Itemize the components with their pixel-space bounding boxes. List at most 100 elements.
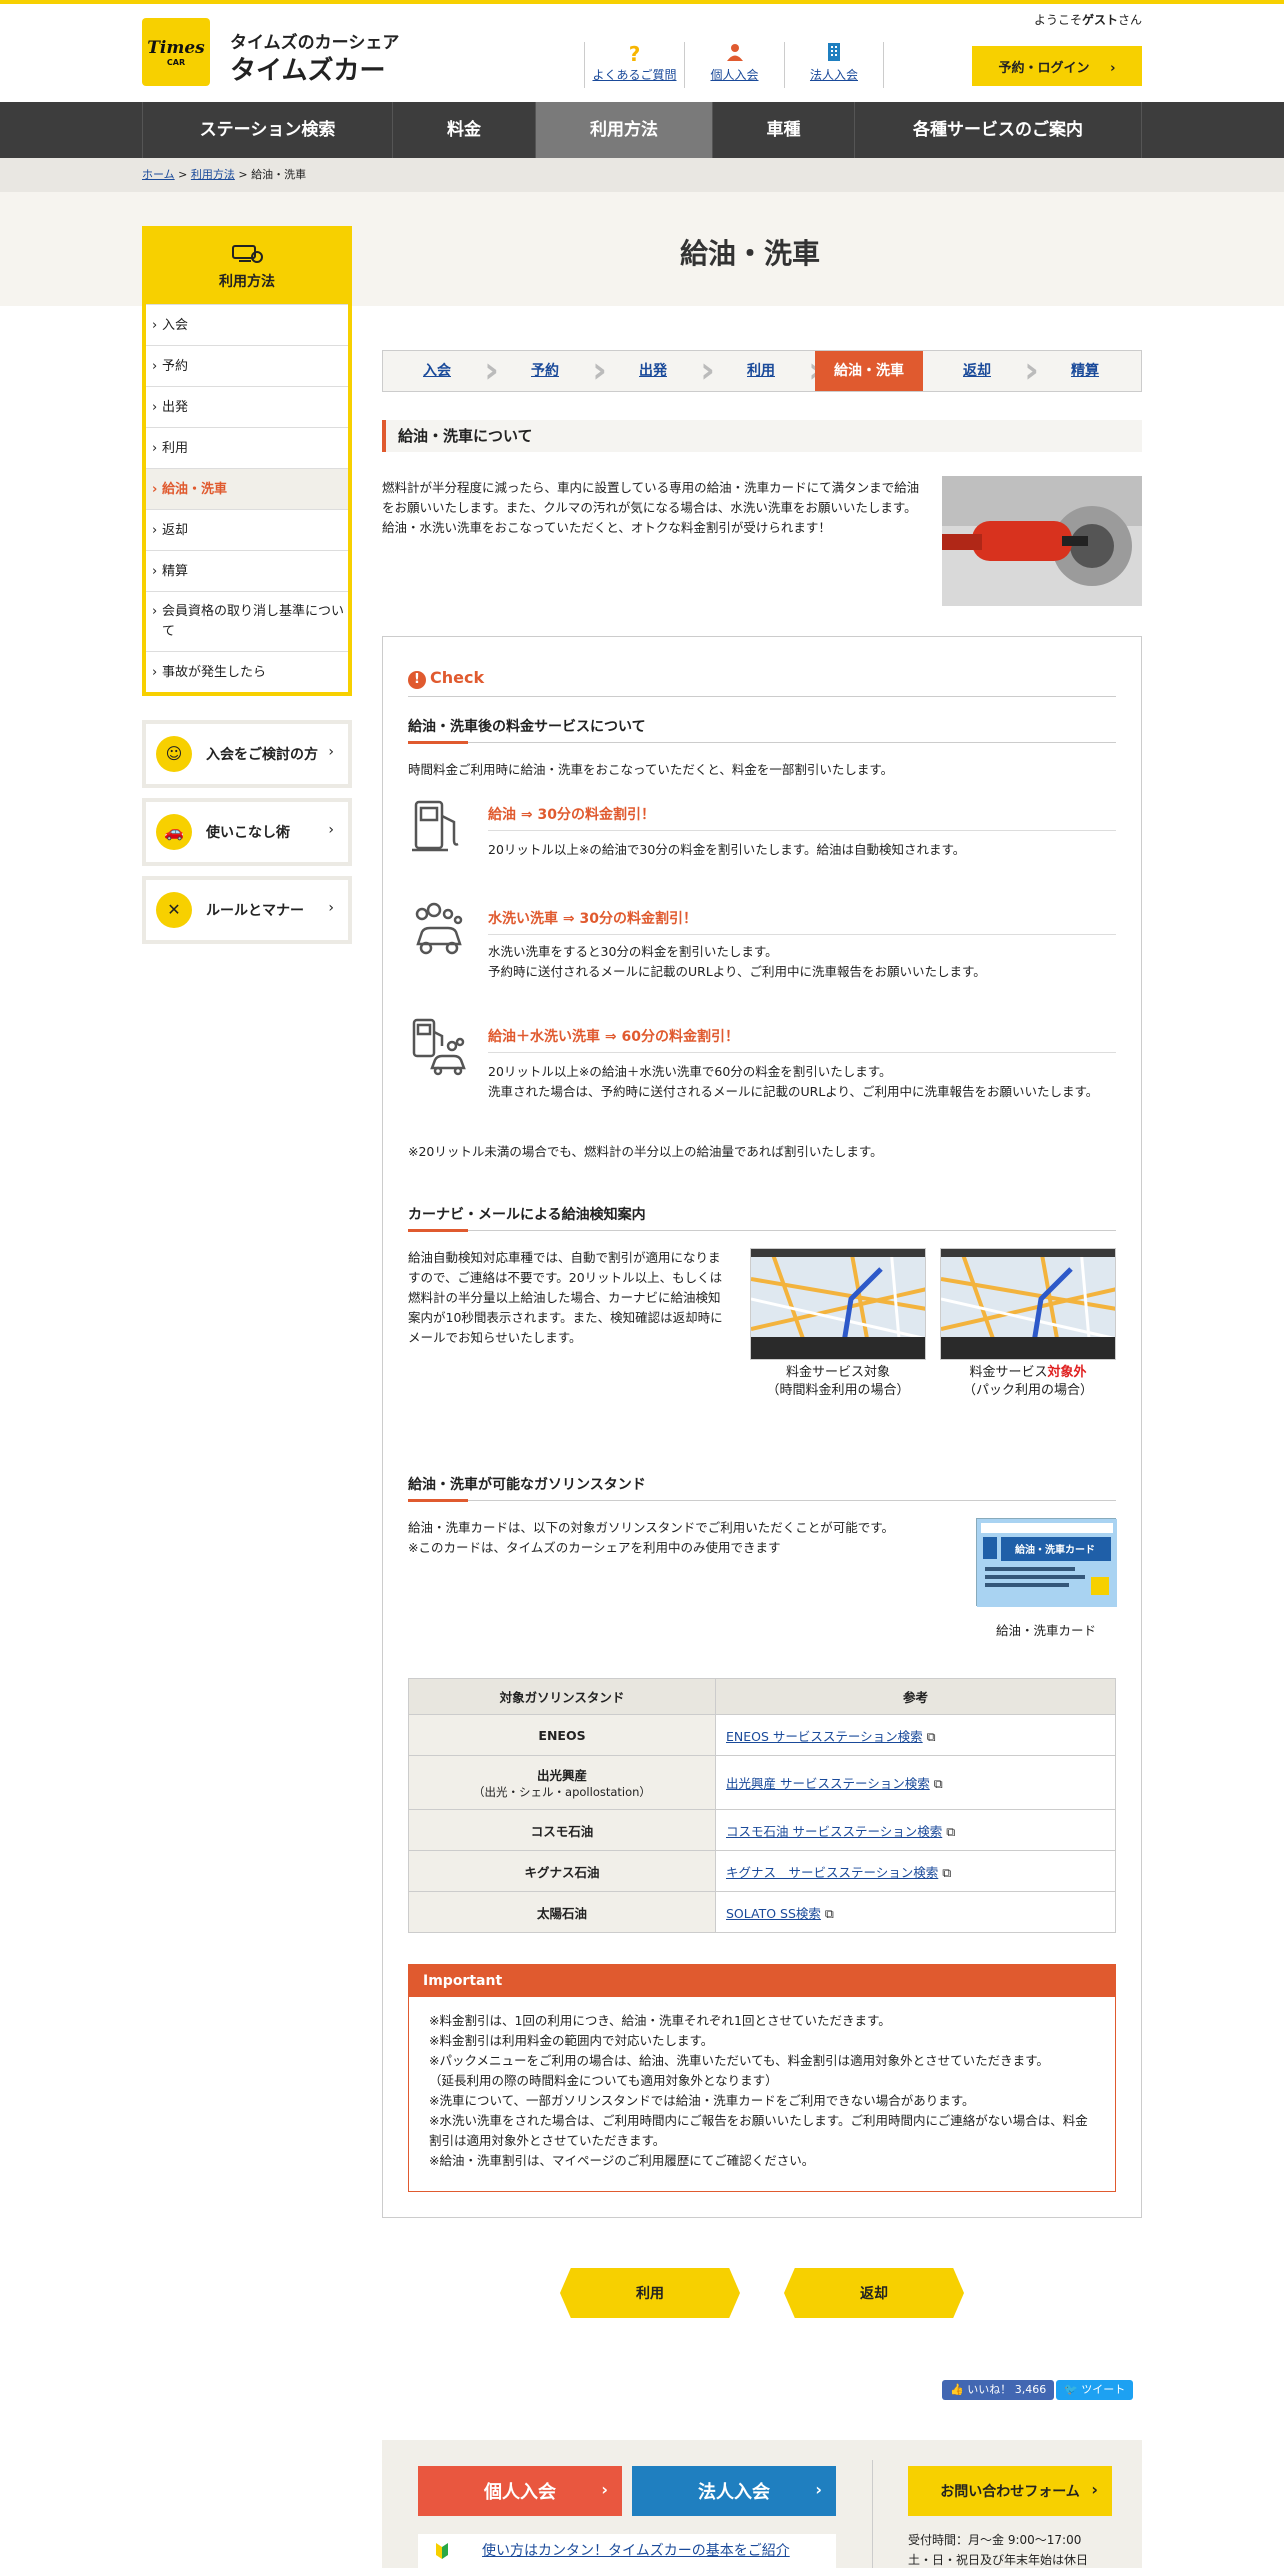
pill-considering-join[interactable]: ☺ 入会をご検討の方 › [142,720,352,788]
times-car-logo[interactable]: Times CAR [142,18,210,86]
station-link-eneos[interactable]: ENEOS サービスステーション検索 [726,1729,923,1744]
table-row: キグナス石油 キグナス サービスステーション検索 ⧉ [408,1850,1116,1892]
fuel-pump-icon [408,796,468,856]
chevron-right-icon: › [328,744,334,760]
nav-station-search[interactable]: ステーション検索 [142,102,392,158]
station-link-solato[interactable]: SOLATO SS検索 [726,1906,821,1921]
corporate-join-button[interactable]: 法人入会 › [632,2466,836,2516]
step-join[interactable]: 入会 › [383,351,499,391]
sidebar-item-accident[interactable]: 事故が発生したら [146,651,348,693]
sidebar-item-use[interactable]: 利用 [146,427,348,469]
individual-join-link[interactable]: 個人入会 [684,42,784,88]
step-return[interactable]: 返却 › [923,351,1039,391]
brand-name: タイムズカー [230,56,386,86]
nav-pricing[interactable]: 料金 [392,102,535,158]
individual-join-button[interactable]: 個人入会 › [418,2466,622,2516]
facebook-like-button[interactable]: 👍 いいね！ 3,466 [942,2380,1055,2400]
sidebar-item-settle[interactable]: 精算 [146,550,348,592]
sidebar-item-depart[interactable]: 出発 [146,386,348,428]
breadcrumb-parent[interactable]: 利用方法 [191,168,235,181]
service-desc-fuel: 20リットル以上※の給油で30分の料金を割引いたします。給油は自動検知されます。 [488,842,966,857]
sidebar-item-revocation[interactable]: 会員資格の取り消し基準について [146,591,348,651]
logo-sub: CAR [166,58,186,67]
external-link-icon: ⧉ [942,1864,952,1880]
external-link-icon: ⧉ [946,1823,956,1839]
about-text: 燃料計が半分程度に減ったら、車内に設置している専用の給油・洗車カードにて満タンま… [382,480,920,535]
breadcrumb-home[interactable]: ホーム [142,168,175,181]
sidebar-item-reserve[interactable]: 予約 [146,345,348,387]
table-header-station: 対象ガソリンスタンド [408,1678,716,1715]
navi-screenshot-not-eligible [940,1248,1116,1360]
fuel-wash-card-image: 給油・洗車カード [976,1518,1117,1607]
step-depart[interactable]: 出発 › [599,351,715,391]
step-refuel-wash[interactable]: 給油・洗車 [815,351,923,391]
service-desc-fuel-wash-2: 洗車された場合は、予約時に送付されるメールに記載のURLより、ご利用中に洗車報告… [488,1084,1099,1099]
global-nav: ステーション検索 料金 利用方法 車種 各種サービスのご案内 [0,102,1284,158]
station-link-kygnus[interactable]: キグナス サービスステーション検索 [726,1865,938,1880]
service-note: ※20リットル未満の場合でも、燃料計の半分以上の給油量であれば割引いたします。 [408,1144,883,1159]
navi-caption-eligible: 料金サービス対象 （時間料金利用の場合） [766,1365,910,1398]
sidebar-item-return[interactable]: 返却 [146,509,348,551]
card-caption: 給油・洗車カード [995,1623,1096,1638]
welcome-text: ようこそゲストさん [1033,13,1142,27]
individual-join-link-text[interactable]: 個人入会 [710,68,758,82]
nav-how-to-use[interactable]: 利用方法 [535,102,712,158]
step-settle[interactable]: 精算 [1031,351,1139,391]
pill-rules-manners[interactable]: ✕ ルールとマナー › [142,876,352,944]
exclamation-icon: ! [408,671,426,689]
stations-heading: 給油・洗車が可能なガソリンスタンド [408,1474,1116,1502]
stations-table: 対象ガソリンスタンド 参考 ENEOS ENEOS サービスステーション検索 ⧉… [408,1678,1116,1933]
pill-tips[interactable]: 🚗 使いこなし術 › [142,798,352,866]
next-step-button[interactable]: 返却 [784,2268,964,2318]
step-use[interactable]: 利用› [707,351,823,391]
about-heading: 給油・洗車について [382,420,1142,452]
car-icon: 🚗 [156,814,192,850]
check-label: ! Check [408,668,484,689]
logo-main: Times [147,38,205,58]
nav-car-types[interactable]: 車種 [712,102,854,158]
table-header-reference: 参考 [715,1678,1116,1715]
service-heading: 給油・洗車後の料金サービスについて [408,716,1116,744]
tweet-button[interactable]: 🐦 ツイート [1056,2380,1134,2400]
sidebar-item-refuel-wash[interactable]: 給油・洗車 [146,468,348,510]
stations-text-1: 給油・洗車カードは、以下の対象ガソリンスタンドでご利用いただくことが可能です。 [408,1520,895,1535]
corporate-join-link-text[interactable]: 法人入会 [810,68,858,82]
guide-link-text[interactable]: 使い方はカンタン！タイムズカーの基本をご紹介 [482,2543,790,2559]
guide-link[interactable]: 使い方はカンタン！タイムズカーの基本をご紹介 [418,2534,836,2568]
reserve-login-button[interactable]: 予約・ログイン › [972,46,1142,86]
step-reserve[interactable]: 予約 › [491,351,607,391]
sidebar-list: 入会 予約 出発 利用 給油・洗車 返却 精算 会員資格の取り消し基準について … [142,304,352,696]
step-flow: 入会› 予約› 出発› 利用› 給油・洗車 返却› 精算 [382,350,1142,392]
prev-step-button[interactable]: 利用 [560,2268,740,2318]
faq-link[interactable]: ? よくあるご質問 [584,42,684,88]
chevron-right-icon: › [328,822,334,838]
faq-link-text[interactable]: よくあるご質問 [592,68,676,82]
sidebar-item-join[interactable]: 入会 [146,304,348,346]
bird-icon: 🐦 [1064,2383,1078,2396]
important-box: Important ※料金割引は、1回の利用につき、給油・洗車それぞれ1回とさせ… [408,1964,1116,2192]
navi-caption-not-eligible: 料金サービス対象外 （パック利用の場合） [962,1365,1093,1398]
contact-form-button[interactable]: お問い合わせフォーム › [908,2466,1112,2516]
sidebar-title: 利用方法 [219,274,275,290]
station-link-cosmo[interactable]: コスモ石油 サービスステーション検索 [726,1824,942,1839]
table-row: コスモ石油 コスモ石油 サービスステーション検索 ⧉ [408,1809,1116,1851]
station-link-idemitsu[interactable]: 出光興産 サービスステーション検索 [726,1776,930,1791]
nav-services[interactable]: 各種サービスのご案内 [854,102,1142,158]
breadcrumb: ホーム > 利用方法 > 給油・洗車 [142,168,307,181]
external-link-icon: ⧉ [824,1905,834,1921]
table-row: ENEOS ENEOS サービスステーション検索 ⧉ [408,1714,1116,1756]
sidebar-header: 利用方法 [142,226,352,304]
beginner-mark-icon [432,2534,452,2568]
table-row: 太陽石油 SOLATO SS検索 ⧉ [408,1891,1116,1933]
page-title: 給油・洗車 [679,237,820,270]
navi-heading: カーナビ・メールによる給油検知案内 [408,1204,1116,1232]
question-icon: ? [628,42,641,66]
navi-screenshot-eligible [750,1248,926,1360]
service-title-wash: 水洗い洗車 ⇒ 30分の料金割引！ [488,908,1116,935]
corporate-join-link[interactable]: 法人入会 [784,42,884,88]
service-desc-fuel-wash-1: 20リットル以上※の給油＋水洗い洗車で60分の料金を割引いたします。 [488,1064,892,1079]
service-title-fuel: 給油 ⇒ 30分の料金割引！ [488,804,1116,831]
navi-text: 給油自動検知対応車種では、自動で割引が適用になりますので、ご連絡は不要です。20… [408,1250,723,1345]
service-desc-wash-2: 予約時に送付されるメールに記載のURLより、ご利用中に洗車報告をお願いいたします… [488,964,986,979]
important-body: ※料金割引は、1回の利用につき、給油・洗車それぞれ1回とさせていただきます。 ※… [429,2013,1088,2168]
